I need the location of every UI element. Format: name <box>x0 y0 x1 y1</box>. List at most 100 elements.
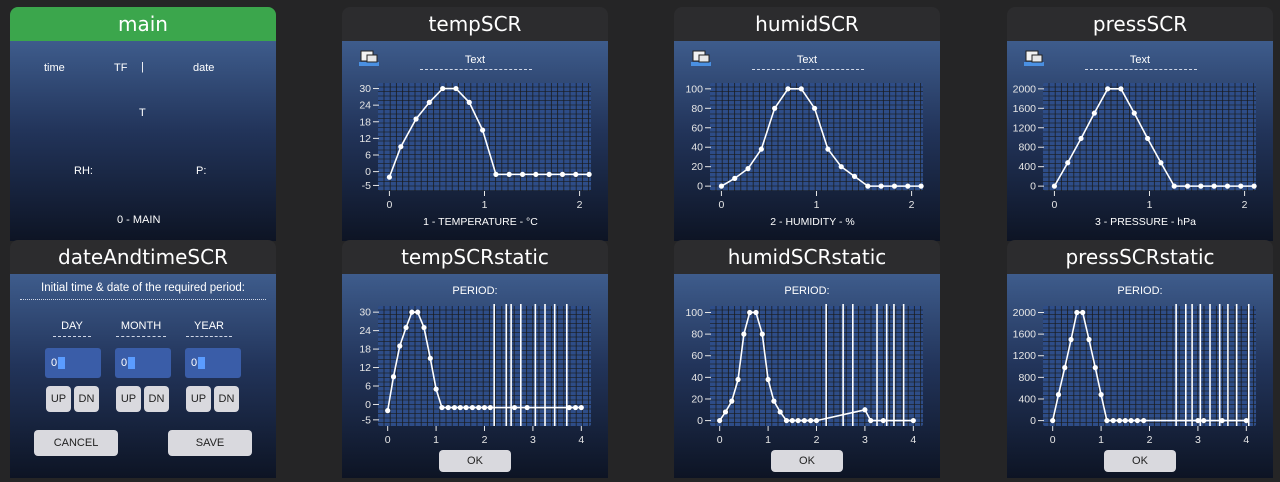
data-point <box>825 146 831 152</box>
data-point <box>910 417 916 424</box>
year-down-button[interactable]: DN <box>214 386 239 412</box>
chart-plot: 100 80 60 40 20 0 0 1 2 2 - HUMIDITY - % <box>685 83 924 228</box>
separator-label: | <box>141 61 144 73</box>
y-tick-label: 6 <box>365 381 371 393</box>
month-field[interactable]: 0 <box>115 348 171 378</box>
x-tick-label: 1 <box>814 199 820 211</box>
x-tick-label: 2 <box>909 199 915 211</box>
x-tick-label: 1 <box>765 434 771 446</box>
year-up-button[interactable]: UP <box>186 386 211 412</box>
data-point <box>524 404 530 411</box>
data-point <box>1080 309 1086 316</box>
data-point <box>1211 183 1217 189</box>
plot-area <box>710 306 923 426</box>
x-axis-label: 1 - TEMPERATURE - °C <box>423 216 538 228</box>
cancel-button[interactable]: CANCEL <box>34 430 118 456</box>
main-screen: time TF | date T RH: P: 0 - MAIN <box>10 41 276 241</box>
tab-humidscr[interactable]: humidSCR <box>674 7 940 41</box>
data-point <box>427 355 433 361</box>
data-point <box>1051 183 1058 189</box>
y-tick-label: 100 <box>685 307 703 319</box>
y-tick-label: 1200 <box>1013 122 1037 134</box>
data-point <box>451 404 458 411</box>
y-tick-label: 2000 <box>1013 83 1037 95</box>
data-point <box>1134 417 1140 424</box>
year-field[interactable]: 0 <box>185 348 241 378</box>
data-point <box>586 171 592 177</box>
data-point <box>789 417 795 424</box>
data-point <box>1050 417 1056 424</box>
tab-pressscrstatic[interactable]: pressSCRstatic <box>1007 240 1273 274</box>
month-up-button[interactable]: UP <box>116 386 141 412</box>
chart-plot: 2000 1600 1200 800 400 0 0 1 2 3 4 <box>1013 304 1256 446</box>
data-point <box>469 404 475 411</box>
data-point <box>758 146 764 152</box>
data-point <box>1128 417 1134 424</box>
data-point <box>880 417 886 424</box>
y-tick-label: 30 <box>359 83 371 95</box>
x-tick-label: 0 <box>717 434 723 446</box>
data-point <box>409 309 415 315</box>
main-panel: main time TF | date T RH: P: 0 - MAIN <box>10 7 276 242</box>
data-point <box>813 417 820 424</box>
data-point <box>851 173 858 180</box>
data-point <box>493 171 499 177</box>
humid-screen: Text 100 80 60 40 20 0 0 1 2 2 - HUMIDITY - % <box>674 41 940 241</box>
tab-dateandtimescr[interactable]: dateAndtimeSCR <box>10 240 276 274</box>
tab-humidscrstatic[interactable]: humidSCRstatic <box>674 240 940 274</box>
data-point <box>868 417 874 424</box>
text-cursor <box>58 357 66 370</box>
data-point <box>385 408 391 414</box>
tab-tempscr[interactable]: tempSCR <box>342 7 608 41</box>
data-point <box>741 331 747 337</box>
y-tick-label: 0 <box>365 399 371 411</box>
y-tick-label: 1600 <box>1013 329 1037 341</box>
data-point <box>476 404 482 411</box>
data-point <box>398 144 404 150</box>
data-point <box>487 404 493 411</box>
data-point <box>1238 183 1244 189</box>
tf-label: TF <box>114 62 128 74</box>
day-down-button[interactable]: DN <box>74 386 99 412</box>
y-tick-label: 24 <box>359 325 371 337</box>
y-tick-label: 80 <box>691 103 703 115</box>
humidity-label: RH: <box>74 165 93 177</box>
data-point <box>718 183 725 189</box>
x-tick-label: 0 <box>385 434 391 446</box>
data-point <box>1074 309 1080 316</box>
pressure-label: P: <box>196 165 207 177</box>
data-point <box>566 404 572 411</box>
data-point <box>481 404 488 411</box>
data-point <box>1078 135 1084 142</box>
save-button[interactable]: SAVE <box>168 430 252 456</box>
date-time-screen-panel: dateAndtimeSCR Initial time & date of th… <box>10 240 276 478</box>
y-tick-label: 30 <box>359 307 371 319</box>
ok-button[interactable]: OK <box>439 450 511 472</box>
text-cursor <box>198 357 206 370</box>
tab-main[interactable]: main <box>10 7 276 41</box>
data-point <box>466 99 472 105</box>
data-point <box>440 85 446 92</box>
tab-tempscrstatic[interactable]: tempSCRstatic <box>342 240 608 274</box>
data-point <box>795 417 801 424</box>
day-field[interactable]: 0 <box>45 348 101 378</box>
tab-pressscr[interactable]: pressSCR <box>1007 7 1273 41</box>
y-tick-label: 800 <box>1018 372 1036 384</box>
month-down-button[interactable]: DN <box>144 386 169 412</box>
data-point <box>1068 336 1074 343</box>
temp-screen: Text 30 24 18 12 6 0 -5 0 1 2 1 - TEMPERATURE - °C <box>342 41 608 241</box>
data-point <box>421 324 427 331</box>
y-tick-label: 2000 <box>1013 307 1037 319</box>
year-label: YEAR <box>194 320 224 332</box>
day-up-button[interactable]: UP <box>46 386 71 412</box>
temperature-value: T <box>139 107 146 119</box>
month-label: MONTH <box>120 320 162 332</box>
press-static-screen: PERIOD: 2000 1600 1200 800 400 0 0 1 2 3 4 OK <box>1007 274 1273 478</box>
ok-button[interactable]: OK <box>1104 450 1176 472</box>
data-point <box>413 116 419 122</box>
data-point <box>546 171 552 177</box>
data-point <box>808 417 814 424</box>
ok-button[interactable]: OK <box>771 450 843 472</box>
data-point <box>759 331 765 337</box>
data-point <box>519 171 526 177</box>
